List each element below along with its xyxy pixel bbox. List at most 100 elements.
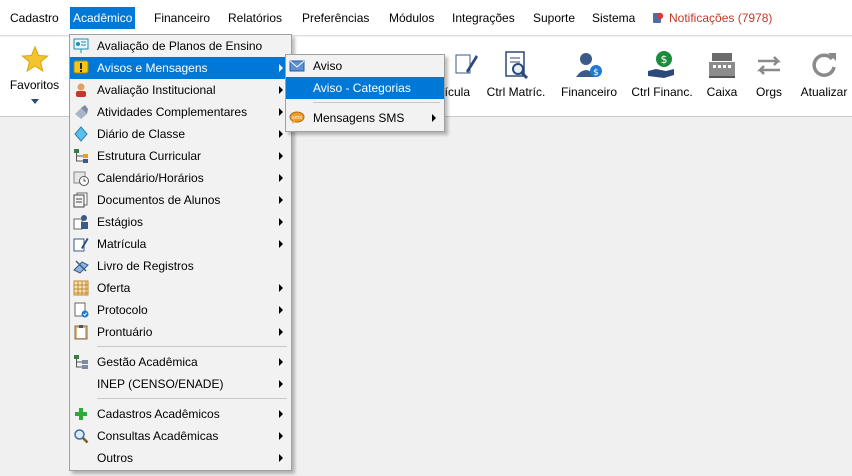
- envelope-icon: [289, 58, 305, 74]
- submenu-item-label: Aviso: [313, 59, 343, 73]
- menu-academico[interactable]: Acadêmico: [70, 7, 136, 29]
- menu-item-label: Cadastros Acadêmicos: [97, 407, 220, 421]
- menu-relatorios[interactable]: Relatórios: [225, 7, 285, 29]
- menu-item-label: Estrutura Curricular: [97, 149, 202, 163]
- menu-item-atividades-complementares[interactable]: Atividades Complementares: [70, 101, 291, 123]
- menu-item-gestao-academica[interactable]: Gestão Acadêmica: [70, 351, 291, 373]
- main-menubar: Cadastro Acadêmico Financeiro Relatórios…: [0, 0, 852, 36]
- favorites-label: Favoritos: [9, 78, 60, 92]
- svg-text:sms: sms: [292, 115, 302, 121]
- menu-suporte[interactable]: Suporte: [530, 7, 578, 29]
- menu-financeiro[interactable]: Financeiro: [151, 7, 213, 29]
- menu-item-oferta[interactable]: Oferta: [70, 277, 291, 299]
- submenu-arrow-icon: [279, 380, 283, 388]
- notifications-link[interactable]: Notificações (7978): [652, 7, 772, 29]
- documents-icon: [73, 192, 89, 208]
- menu-relatorios-label: Relatórios: [228, 11, 283, 25]
- submenu-arrow-icon: [279, 64, 283, 72]
- submenu-arrow-icon: [279, 108, 283, 116]
- menu-item-avaliacao-institucional[interactable]: Avaliação Institucional: [70, 79, 291, 101]
- menu-item-cadastros-academicos[interactable]: Cadastros Acadêmicos: [70, 403, 291, 425]
- orgs-button[interactable]: Orgs: [747, 37, 791, 115]
- menu-item-label: Estágios: [97, 215, 144, 229]
- submenu-arrow-icon: [279, 454, 283, 462]
- refresh-icon: [808, 49, 840, 81]
- menu-item-label: Consultas Acadêmicas: [97, 429, 219, 443]
- menu-item-label: Protocolo: [97, 303, 148, 317]
- submenu-arrow-icon: [279, 152, 283, 160]
- intern-icon: [73, 214, 89, 230]
- menu-item-label: INEP (CENSO/ENADE): [97, 377, 224, 391]
- menu-cadastro[interactable]: Cadastro: [7, 7, 62, 29]
- menu-integracoes[interactable]: Integrações: [449, 7, 518, 29]
- menu-item-prontuario[interactable]: Prontuário: [70, 321, 291, 343]
- grid-icon: [73, 280, 89, 296]
- menu-preferencias-label: Preferências: [302, 11, 370, 25]
- menu-integracoes-label: Integrações: [452, 11, 515, 25]
- notifications-label: Notificações (7978): [669, 11, 773, 25]
- svg-text:$: $: [593, 68, 599, 78]
- ctrl-financ-button[interactable]: $ Ctrl Financ.: [627, 37, 697, 115]
- submenu-arrow-icon: [279, 306, 283, 314]
- menu-item-label: Outros: [97, 451, 134, 465]
- menu-item-outros[interactable]: Outros: [70, 447, 291, 469]
- menu-sistema[interactable]: Sistema: [589, 7, 638, 29]
- menu-item-protocolo[interactable]: Protocolo: [70, 299, 291, 321]
- submenu-arrow-icon: [279, 196, 283, 204]
- submenu-arrow-icon: [279, 432, 283, 440]
- person-icon: [73, 82, 89, 98]
- financeiro-button[interactable]: $ Financeiro: [555, 37, 623, 115]
- menu-item-label: Avaliação Institucional: [97, 83, 216, 97]
- menu-separator: [70, 395, 291, 403]
- menu-modulos[interactable]: Módulos: [386, 7, 437, 29]
- menu-item-livro-registros[interactable]: Livro de Registros: [70, 255, 291, 277]
- menu-financeiro-label: Financeiro: [154, 11, 211, 25]
- menu-cadastro-label: Cadastro: [10, 11, 59, 25]
- submenu-arrow-icon: [279, 86, 283, 94]
- submenu-item-aviso-categorias[interactable]: Aviso - Categorias: [286, 77, 444, 99]
- menu-item-estrutura-curricular[interactable]: Estrutura Curricular: [70, 145, 291, 167]
- menu-item-inep[interactable]: INEP (CENSO/ENADE): [70, 373, 291, 395]
- menu-separator: [70, 343, 291, 351]
- ctrl-matric-label: Ctrl Matríc.: [486, 85, 546, 99]
- org-chart-icon: [73, 148, 89, 164]
- menu-item-consultas-academicas[interactable]: Consultas Acadêmicas: [70, 425, 291, 447]
- cash-register-icon: [706, 49, 738, 81]
- calendar-clock-icon: [73, 170, 89, 186]
- menu-item-calendario-horarios[interactable]: Calendário/Horários: [70, 167, 291, 189]
- menu-modulos-label: Módulos: [389, 11, 435, 25]
- menu-item-diario-classe[interactable]: Diário de Classe: [70, 123, 291, 145]
- hand-money-icon: $: [646, 49, 678, 81]
- menu-item-avaliacao-planos[interactable]: Avaliação de Planos de Ensino: [70, 35, 291, 57]
- caixa-label: Caixa: [706, 85, 738, 99]
- submenu-item-aviso[interactable]: Aviso: [286, 55, 444, 77]
- warning-icon: [73, 60, 89, 76]
- enrollment-icon: [73, 236, 89, 252]
- submenu-arrow-icon: [279, 218, 283, 226]
- menu-item-label: Avisos e Mensagens: [97, 61, 208, 75]
- submenu-item-mensagens-sms[interactable]: sms Mensagens SMS: [286, 107, 444, 129]
- favorites-button[interactable]: Favoritos: [0, 37, 69, 115]
- submenu-arrow-icon: [279, 284, 283, 292]
- matricula-label: ícula: [444, 85, 470, 99]
- diamond-icon: [73, 126, 89, 142]
- orgs-label: Orgs: [755, 85, 782, 99]
- pencil-icon: [454, 49, 478, 81]
- financeiro-label: Financeiro: [560, 85, 618, 99]
- menu-item-label: Oferta: [97, 281, 131, 295]
- menu-preferencias[interactable]: Preferências: [299, 7, 372, 29]
- notification-icon: [652, 9, 664, 23]
- menu-item-documentos-alunos[interactable]: Documentos de Alunos: [70, 189, 291, 211]
- atualizar-button[interactable]: Atualizar: [796, 37, 852, 115]
- caixa-button[interactable]: Caixa: [700, 37, 744, 115]
- menu-item-label: Documentos de Alunos: [97, 193, 221, 207]
- menu-item-avisos-mensagens[interactable]: Avisos e Mensagens: [70, 57, 291, 79]
- chevron-down-icon: [31, 99, 39, 104]
- menu-item-estagios[interactable]: Estágios: [70, 211, 291, 233]
- menu-item-label: Calendário/Horários: [97, 171, 204, 185]
- ctrl-matric-button[interactable]: Ctrl Matríc.: [481, 37, 551, 115]
- menu-item-label: Gestão Acadêmica: [97, 355, 198, 369]
- menu-item-matricula[interactable]: Matrícula: [70, 233, 291, 255]
- management-icon: [73, 354, 89, 370]
- submenu-arrow-icon: [279, 130, 283, 138]
